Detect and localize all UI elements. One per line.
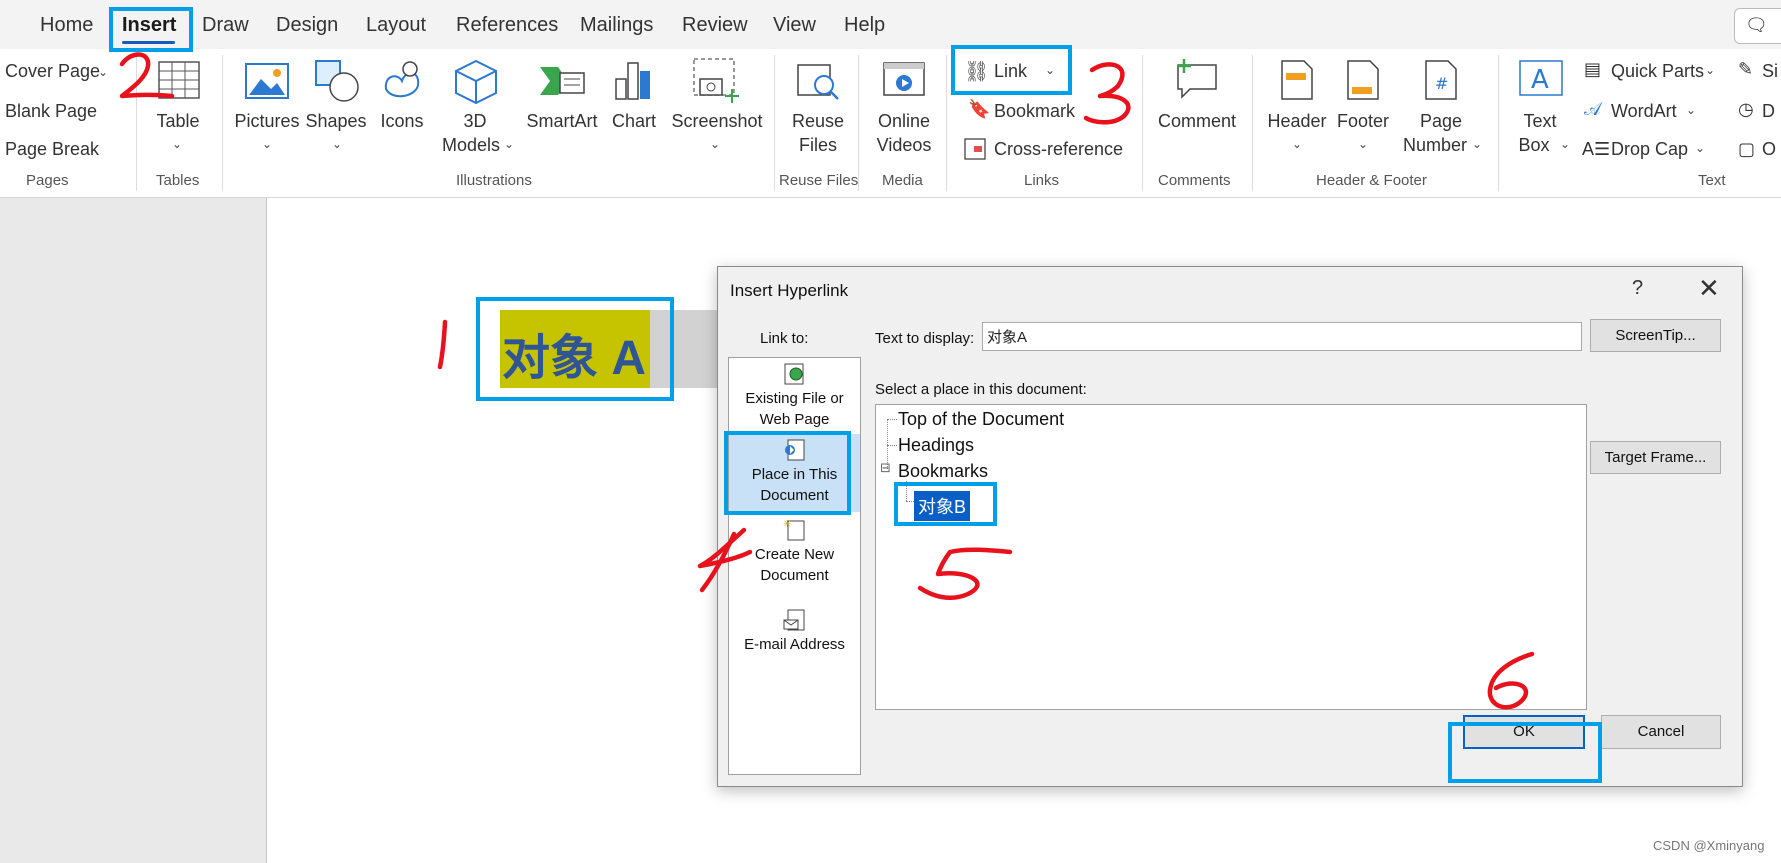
step-1-mark: [437, 319, 448, 370]
step-4-mark: [697, 527, 753, 593]
step-6-mark: [1487, 651, 1535, 710]
step-5-mark: [917, 547, 1013, 600]
step-3-mark: [1083, 62, 1131, 125]
watermark: CSDN @Xminyang: [1653, 838, 1765, 853]
step-2-mark: [119, 52, 175, 99]
handwritten-step-numbers: [119, 52, 1535, 710]
